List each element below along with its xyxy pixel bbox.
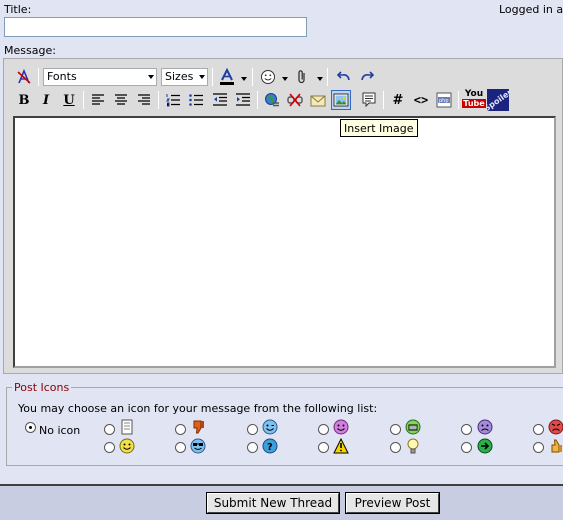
quote-icon[interactable] [359,90,379,110]
toolbar-separator [252,68,253,86]
redo-icon[interactable] [357,67,377,87]
underline-button[interactable]: U [59,90,79,110]
remove-format-icon[interactable] [14,67,34,87]
insert-image-button[interactable] [331,90,351,110]
font-color-icon[interactable] [217,67,237,87]
toolbar-separator [83,91,84,109]
toolbar-separator [158,91,159,109]
svg-text:php: php [439,98,449,104]
size-select[interactable]: Sizes [161,68,208,86]
font-select[interactable]: Fonts [43,68,157,86]
radio-exclamation[interactable] [318,442,329,453]
post-icons-instruction: You may choose an icon for your message … [18,402,378,415]
submit-new-thread-button[interactable]: Submit New Thread [206,492,340,514]
radio-wink[interactable] [247,424,258,435]
youtube-label-top: You [464,89,484,99]
radio-thumbs-up[interactable] [533,442,544,453]
insert-link-icon[interactable] [262,90,282,110]
cool-icon [190,438,206,454]
radio-thumbs-down[interactable] [175,424,186,435]
outdent-icon[interactable] [210,90,230,110]
chevron-down-icon [199,75,205,79]
radio-happy[interactable] [104,442,115,453]
angry-icon [548,419,563,435]
insert-image-tooltip: Insert Image [340,119,418,137]
wink-icon [262,419,278,435]
wrap-php-icon[interactable]: php [434,90,454,110]
preview-post-button[interactable]: Preview Post [345,492,440,514]
no-icon-label: No icon [39,424,81,437]
toolbar-separator [458,91,459,109]
chevron-down-icon [148,75,154,79]
radio-post-icon[interactable] [104,424,115,435]
toolbar-separator [38,68,39,86]
smilie-dropdown-icon[interactable] [282,77,288,81]
logged-in-text: Logged in a [499,3,563,16]
align-left-icon[interactable] [88,90,108,110]
radio-lightbulb[interactable] [390,442,401,453]
radio-angry[interactable] [533,424,544,435]
unordered-list-icon[interactable] [186,90,206,110]
post-icons-legend: Post Icons [12,381,72,394]
radio-smile[interactable] [318,424,329,435]
attachment-icon[interactable] [292,67,312,87]
toolbar-separator [257,91,258,109]
wrap-html-button[interactable]: <> [411,90,431,110]
font-select-label: Fonts [47,70,77,83]
attachment-dropdown-icon[interactable] [317,77,323,81]
arrow-icon [477,438,493,454]
spoiler-button[interactable]: Spoiler [487,89,509,111]
radio-grin[interactable] [390,424,401,435]
italic-button[interactable]: I [36,90,56,110]
undo-icon[interactable] [334,67,354,87]
align-right-icon[interactable] [134,90,154,110]
spoiler-label: Spoiler [487,89,509,111]
size-select-label: Sizes [165,70,194,83]
post-icon-icon [119,419,135,435]
title-label: Title: [4,3,32,16]
toolbar-separator [212,68,213,86]
toolbar-separator [327,68,328,86]
youtube-button[interactable]: You Tube [462,89,486,109]
font-color-dropdown-icon[interactable] [241,77,247,81]
lightbulb-icon [405,438,421,454]
youtube-label-bottom: Tube [462,99,486,108]
radio-no-icon[interactable] [25,422,36,433]
grin-icon [405,419,421,435]
thumbs-down-icon [190,419,206,435]
radio-frown[interactable] [461,424,472,435]
align-center-icon[interactable] [111,90,131,110]
bold-button[interactable]: B [14,90,34,110]
question-icon: ? [262,438,278,454]
smile-icon [333,419,349,435]
remove-link-icon[interactable] [285,90,305,110]
frown-icon [477,419,493,435]
exclamation-icon [333,437,349,454]
radio-cool[interactable] [175,442,186,453]
radio-question[interactable] [247,442,258,453]
wrap-code-hash-button[interactable]: # [388,90,408,110]
thumbs-up-icon [548,438,563,454]
indent-icon[interactable] [233,90,253,110]
image-icon [333,93,349,107]
ordered-list-icon[interactable] [163,90,183,110]
toolbar-separator [383,91,384,109]
happy-icon [119,438,135,454]
svg-text:?: ? [267,442,273,453]
message-editor[interactable] [13,116,556,368]
insert-email-icon[interactable] [308,90,328,110]
smilie-icon[interactable] [258,67,278,87]
message-label: Message: [4,44,56,57]
title-input[interactable] [4,17,307,37]
radio-arrow[interactable] [461,442,472,453]
